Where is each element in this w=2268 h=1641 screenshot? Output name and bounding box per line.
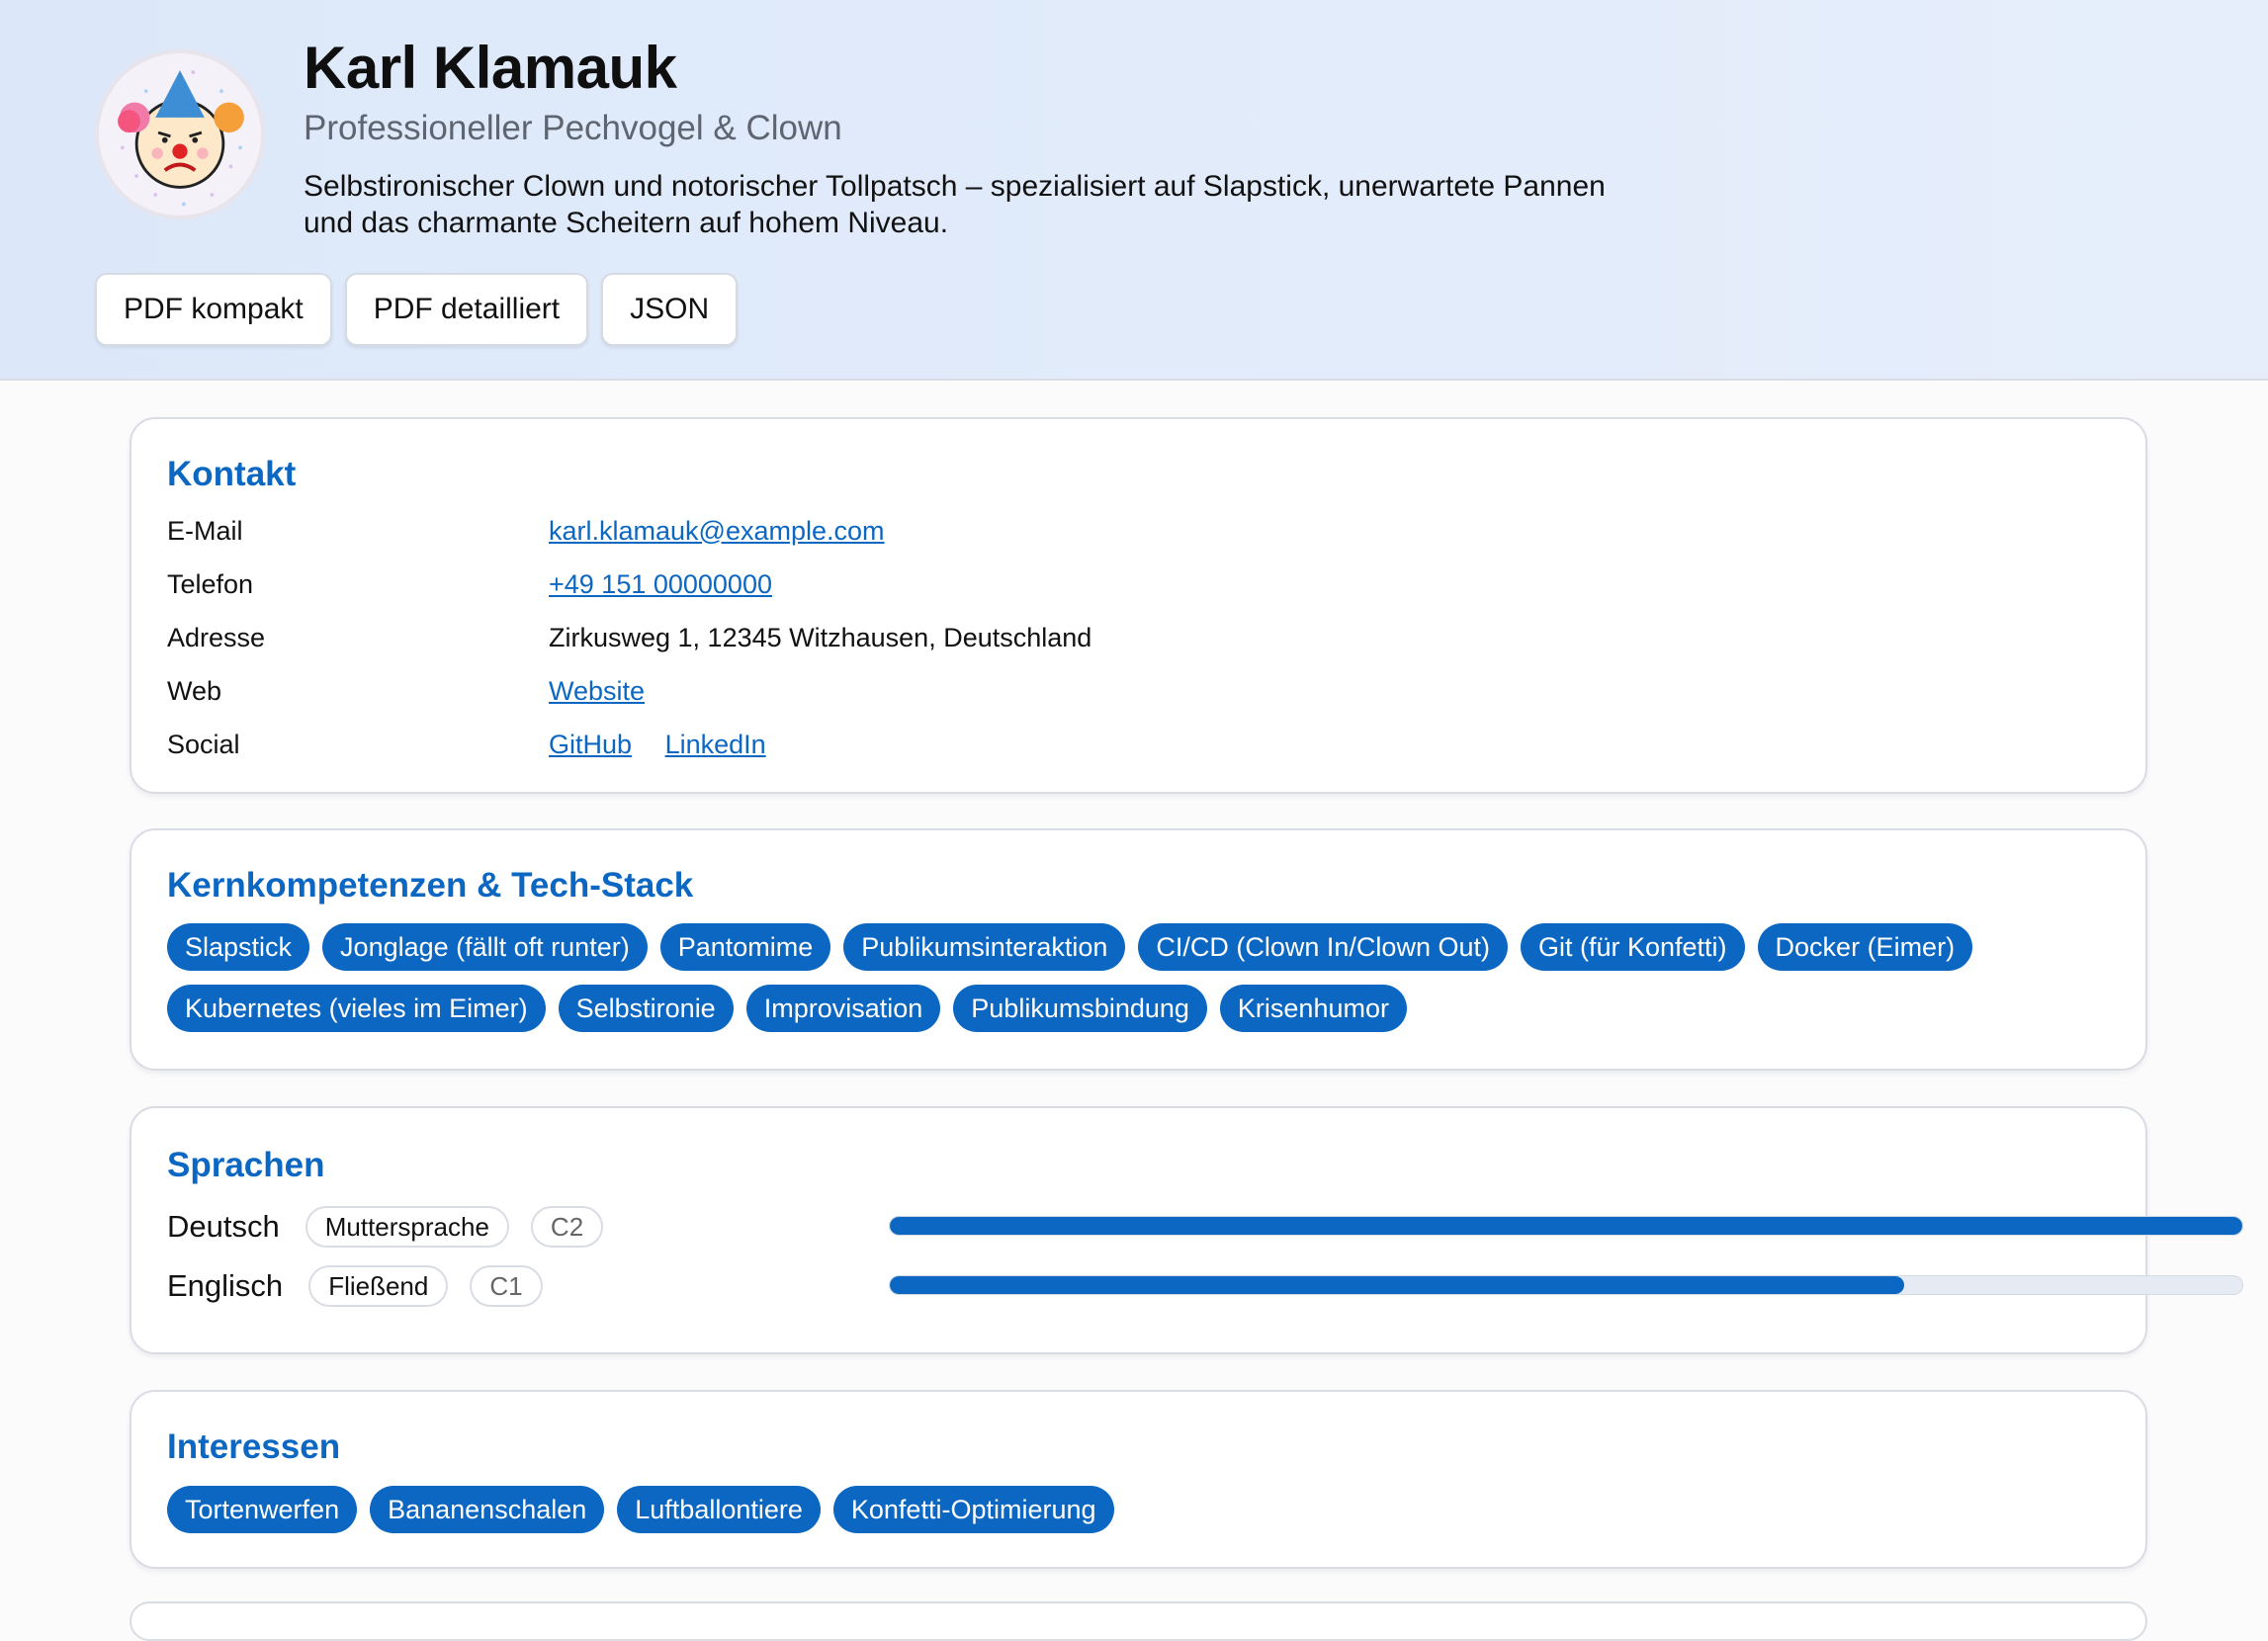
website-link[interactable]: Website: [549, 676, 645, 706]
interest-chip: Tortenwerfen: [167, 1486, 358, 1533]
skill-chip: Publikumsinteraktion: [843, 923, 1126, 971]
next-section-card: [130, 1601, 2147, 1641]
profile-name: Karl Klamauk: [304, 35, 677, 101]
language-row: Englisch Fließend C1: [167, 1262, 543, 1310]
clown-avatar-icon: [95, 49, 265, 219]
skill-chip: Slapstick: [167, 923, 310, 971]
skill-chip: Kubernetes (vieles im Eimer): [167, 985, 546, 1032]
language-proficiency-fill: [890, 1217, 2242, 1235]
profile-role: Professioneller Pechvogel & Clown: [304, 109, 842, 147]
contact-title: Kontakt: [167, 455, 297, 493]
contact-address-row: Adresse Zirkusweg 1, 12345 Witzhausen, D…: [167, 618, 1091, 657]
skill-chip: Improvisation: [745, 985, 941, 1032]
language-proficiency-bar: [889, 1275, 2243, 1295]
skill-chip: CI/CD (Clown In/Clown Out): [1138, 923, 1508, 971]
language-name: Deutsch: [167, 1209, 280, 1244]
language-cefr-pill: C1: [470, 1265, 543, 1307]
languages-card: Sprachen Deutsch Muttersprache C2 Englis…: [130, 1106, 2243, 1354]
profile-bio: Selbstironischer Clown und notorischer T…: [304, 170, 1606, 239]
phone-link[interactable]: +49 151 00000000: [549, 569, 772, 599]
language-level-pill: Fließend: [308, 1265, 449, 1307]
skill-chip: Krisenhumor: [1219, 985, 1407, 1032]
contact-web-row: Web Website: [167, 671, 645, 711]
interests-chip-list: Tortenwerfen Bananenschalen Luftballonti…: [167, 1486, 2105, 1533]
skills-title: Kernkompetenzen & Tech-Stack: [167, 866, 694, 905]
interests-title: Interessen: [167, 1427, 341, 1466]
skills-chip-list: Slapstick Jonglage (fällt oft runter) Pa…: [167, 923, 2105, 1032]
skill-chip: Pantomime: [659, 923, 831, 971]
interest-chip: Konfetti-Optimierung: [832, 1486, 1114, 1533]
interest-chip: Bananenschalen: [370, 1486, 605, 1533]
profile-header: Karl Klamauk Professioneller Pechvogel &…: [0, 0, 2268, 381]
language-row: Deutsch Muttersprache C2: [167, 1203, 604, 1251]
language-proficiency-fill: [890, 1276, 1904, 1294]
address-value: Zirkusweg 1, 12345 Witzhausen, Deutschla…: [549, 622, 1092, 652]
pdf-compact-button[interactable]: PDF kompakt: [95, 273, 332, 346]
phone-label: Telefon: [167, 568, 254, 599]
web-label: Web: [167, 675, 222, 706]
language-level-pill: Muttersprache: [305, 1206, 509, 1248]
export-buttons: PDF kompakt PDF detailliert JSON: [95, 273, 739, 346]
skill-chip: Git (für Konfetti): [1520, 923, 1745, 971]
linkedin-link[interactable]: LinkedIn: [665, 730, 766, 759]
pdf-detailed-button[interactable]: PDF detailliert: [344, 273, 589, 346]
social-label: Social: [167, 729, 240, 759]
skill-chip: Selbstironie: [558, 985, 734, 1032]
email-label: E-Mail: [167, 515, 243, 546]
languages-title: Sprachen: [167, 1146, 325, 1184]
contact-phone-row: Telefon +49 151 00000000: [167, 564, 772, 604]
contact-social-row: Social GitHub LinkedIn: [167, 725, 792, 764]
contact-email-row: E-Mail karl.klamauk@example.com: [167, 511, 885, 551]
language-proficiency-bar: [889, 1216, 2243, 1236]
language-name: Englisch: [167, 1268, 284, 1303]
skills-card: Kernkompetenzen & Tech-Stack Slapstick J…: [130, 828, 2147, 1071]
interests-card: Interessen Tortenwerfen Bananenschalen L…: [130, 1390, 2147, 1569]
email-link[interactable]: karl.klamauk@example.com: [549, 516, 885, 546]
github-link[interactable]: GitHub: [549, 730, 632, 759]
skill-chip: Jonglage (fällt oft runter): [322, 923, 648, 971]
skill-chip: Docker (Eimer): [1757, 923, 1973, 971]
language-cefr-pill: C2: [530, 1206, 604, 1248]
interest-chip: Luftballontiere: [617, 1486, 821, 1533]
json-button[interactable]: JSON: [601, 273, 739, 346]
skill-chip: Publikumsbindung: [953, 985, 1207, 1032]
contact-card: Kontakt E-Mail karl.klamauk@example.com …: [130, 417, 2147, 794]
address-label: Adresse: [167, 622, 266, 652]
